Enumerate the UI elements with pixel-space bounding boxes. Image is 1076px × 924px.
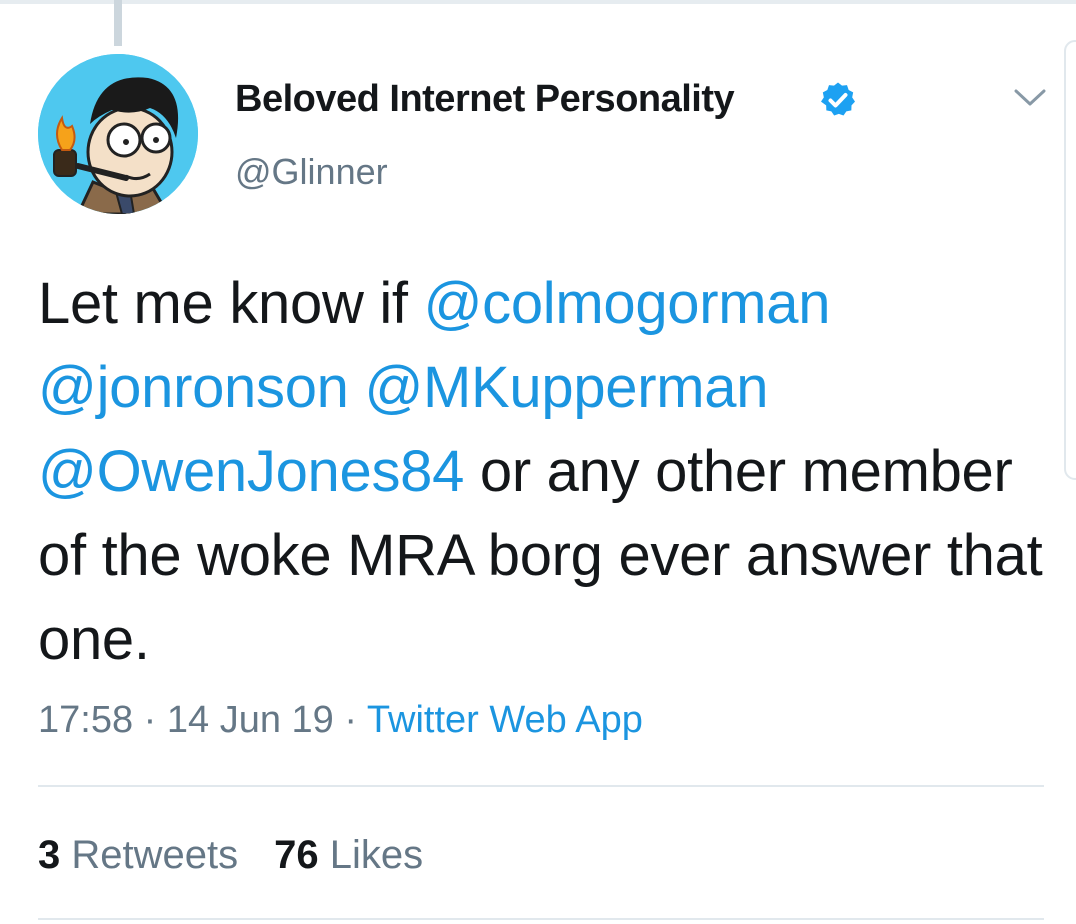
retweets-count: 3 xyxy=(38,833,61,877)
retweets-label: Retweets xyxy=(71,833,239,877)
likes-stat[interactable]: 76 Likes xyxy=(274,833,423,877)
tweet-date[interactable]: 14 Jun 19 xyxy=(167,699,334,741)
verified-badge-icon xyxy=(818,80,858,120)
tweet-stats: 3 Retweets 76 Likes xyxy=(38,830,423,880)
stats-divider-top xyxy=(38,785,1044,787)
author-handle[interactable]: @Glinner xyxy=(235,150,388,194)
meta-separator: · xyxy=(333,699,367,741)
tweet-meta: 17:58 · 14 Jun 19 · Twitter Web App xyxy=(38,696,643,744)
likes-label: Likes xyxy=(329,833,424,877)
thread-connector-line xyxy=(114,0,122,46)
tweet-time[interactable]: 17:58 xyxy=(38,699,133,741)
mention-link[interactable]: @jonronson xyxy=(38,355,349,420)
mention-link[interactable]: @MKupperman xyxy=(364,355,768,420)
mention-link[interactable]: @OwenJones84 xyxy=(38,439,464,504)
avatar[interactable] xyxy=(38,54,198,214)
scrollbar[interactable] xyxy=(1064,40,1076,480)
stats-divider-bottom xyxy=(38,918,1044,920)
mention-link[interactable]: @colmogorman xyxy=(424,271,831,336)
likes-count: 76 xyxy=(274,833,319,877)
chevron-down-icon[interactable] xyxy=(1010,86,1050,110)
tweet-source-link[interactable]: Twitter Web App xyxy=(367,699,643,741)
top-divider xyxy=(0,0,1076,4)
retweets-stat[interactable]: 3 Retweets xyxy=(38,833,238,877)
meta-separator: · xyxy=(133,699,167,741)
tweet-text: Let me know if @colmogorman @jonronson @… xyxy=(38,262,1048,682)
tweet-text-lead: Let me know if xyxy=(38,271,424,336)
author-display-name[interactable]: Beloved Internet Personality xyxy=(235,76,735,122)
cartoon-avatar-icon xyxy=(38,54,198,214)
